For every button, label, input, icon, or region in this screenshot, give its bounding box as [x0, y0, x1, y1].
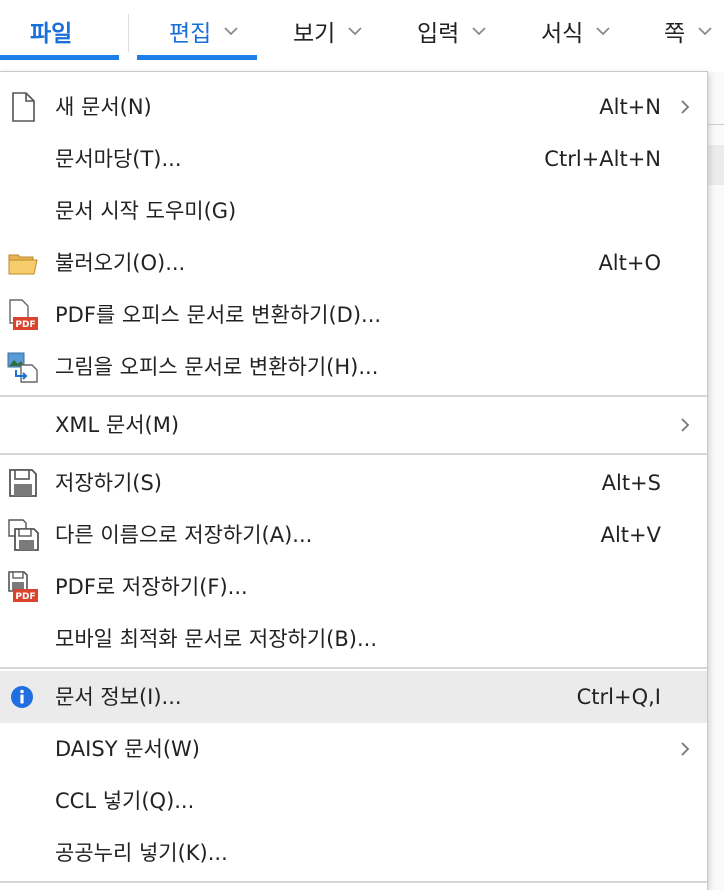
menu-item-document-templates[interactable]: 문서마당(T)... Ctrl+Alt+N [0, 133, 707, 185]
menu-item-label: 문서마당(T)... [55, 147, 182, 171]
save-pdf-icon: PDF [8, 571, 38, 602]
menu-item-shortcut: Ctrl+Q,I [576, 685, 661, 709]
menu-item-label: 새 문서(N) [55, 95, 152, 119]
svg-text:PDF: PDF [15, 320, 35, 330]
tab-view[interactable]: 보기 [293, 0, 363, 62]
menu-item-label: 공공누리 넣기(K)... [55, 841, 228, 865]
tab-format[interactable]: 서식 [541, 0, 611, 62]
document-toolbar-sliver [708, 145, 724, 185]
chevron-right-icon [681, 100, 690, 114]
tab-edit-label: 편집 [169, 21, 212, 47]
chevron-down-icon [472, 27, 486, 36]
tab-page[interactable]: 쪽 [664, 0, 713, 62]
tab-file-underline [0, 55, 119, 60]
menu-bar-separator [128, 14, 129, 52]
document-ruler-line [708, 124, 724, 125]
menu-item-image-to-office[interactable]: 그림을 오피스 문서로 변환하기(H)... [0, 341, 707, 393]
new-document-icon [12, 92, 35, 122]
tab-file[interactable]: 파일 [30, 0, 72, 62]
chevron-down-icon [224, 27, 238, 36]
menu-divider [0, 453, 707, 455]
menu-item-save-mobile-optimized[interactable]: 모바일 최적화 문서로 저장하기(B)... [0, 613, 707, 665]
menu-item-label: CCL 넣기(Q)... [55, 789, 195, 813]
menu-item-label: PDF를 오피스 문서로 변환하기(D)... [55, 303, 382, 327]
menu-item-save[interactable]: 저장하기(S) Alt+S [0, 457, 707, 509]
tab-insert[interactable]: 입력 [417, 0, 487, 62]
menu-item-start-wizard[interactable]: 문서 시작 도우미(G) [0, 185, 707, 237]
chevron-right-icon [681, 418, 690, 432]
tab-edit[interactable]: 편집 [169, 0, 239, 62]
menu-item-label: 다른 이름으로 저장하기(A)... [55, 523, 313, 547]
menu-item-shortcut: Alt+O [598, 251, 661, 275]
info-icon [11, 686, 33, 708]
chevron-right-icon [681, 742, 690, 756]
menu-item-shortcut: Ctrl+Alt+N [544, 147, 661, 171]
tab-edit-underline [137, 55, 257, 60]
chevron-down-icon [348, 27, 362, 36]
menu-item-document-info[interactable]: 문서 정보(I)... Ctrl+Q,I [0, 671, 707, 723]
menu-item-shortcut: Alt+S [601, 471, 661, 495]
menu-item-save-as-pdf[interactable]: PDF PDF로 저장하기(F)... [0, 561, 707, 613]
image-convert-icon [7, 352, 38, 383]
menu-item-label: 모바일 최적화 문서로 저장하기(B)... [55, 627, 378, 651]
tab-view-label: 보기 [293, 21, 336, 47]
tab-format-label: 서식 [541, 21, 584, 47]
menu-item-xml-document[interactable]: XML 문서(M) [0, 399, 707, 451]
file-menu-dropdown: 새 문서(N) Alt+N 문서마당(T)... Ctrl+Alt+N 문서 시… [0, 71, 708, 890]
chevron-down-icon [698, 27, 712, 36]
menu-divider [0, 395, 707, 397]
menu-item-pdf-to-office[interactable]: PDF PDF를 오피스 문서로 변환하기(D)... [0, 289, 707, 341]
tab-file-label: 파일 [30, 21, 73, 47]
menu-item-label: 문서 정보(I)... [55, 685, 182, 709]
menu-item-insert-kogl[interactable]: 공공누리 넣기(K)... [0, 827, 707, 879]
menu-item-label: PDF로 저장하기(F)... [55, 575, 248, 599]
menu-item-label: 그림을 오피스 문서로 변환하기(H)... [55, 355, 379, 379]
folder-open-icon [8, 254, 38, 275]
chevron-down-icon [596, 27, 610, 36]
menu-bar: 파일 편집 보기 입력 서식 쪽 [0, 0, 724, 62]
save-icon [9, 469, 37, 497]
menu-divider [0, 667, 707, 669]
tab-page-label: 쪽 [664, 21, 686, 47]
menu-item-daisy-document[interactable]: DAISY 문서(W) [0, 723, 707, 775]
document-area [708, 72, 724, 890]
menu-item-label: XML 문서(M) [55, 413, 180, 437]
menu-item-new-document[interactable]: 새 문서(N) Alt+N [0, 81, 707, 133]
tab-insert-label: 입력 [417, 21, 460, 47]
menu-divider [0, 881, 707, 883]
svg-text:PDF: PDF [15, 592, 35, 602]
menu-item-save-as[interactable]: 다른 이름으로 저장하기(A)... Alt+V [0, 509, 707, 561]
menu-item-shortcut: Alt+N [599, 95, 661, 119]
menu-item-label: 문서 시작 도우미(G) [55, 199, 237, 223]
pdf-convert-icon: PDF [9, 299, 38, 330]
menu-item-label: 불러오기(O)... [55, 251, 186, 275]
menu-item-open[interactable]: 불러오기(O)... Alt+O [0, 237, 707, 289]
menu-item-label: 저장하기(S) [55, 471, 162, 495]
menu-item-insert-ccl[interactable]: CCL 넣기(Q)... [0, 775, 707, 827]
menu-item-label: DAISY 문서(W) [55, 737, 200, 761]
save-as-icon [8, 519, 39, 551]
menu-item-shortcut: Alt+V [600, 523, 661, 547]
